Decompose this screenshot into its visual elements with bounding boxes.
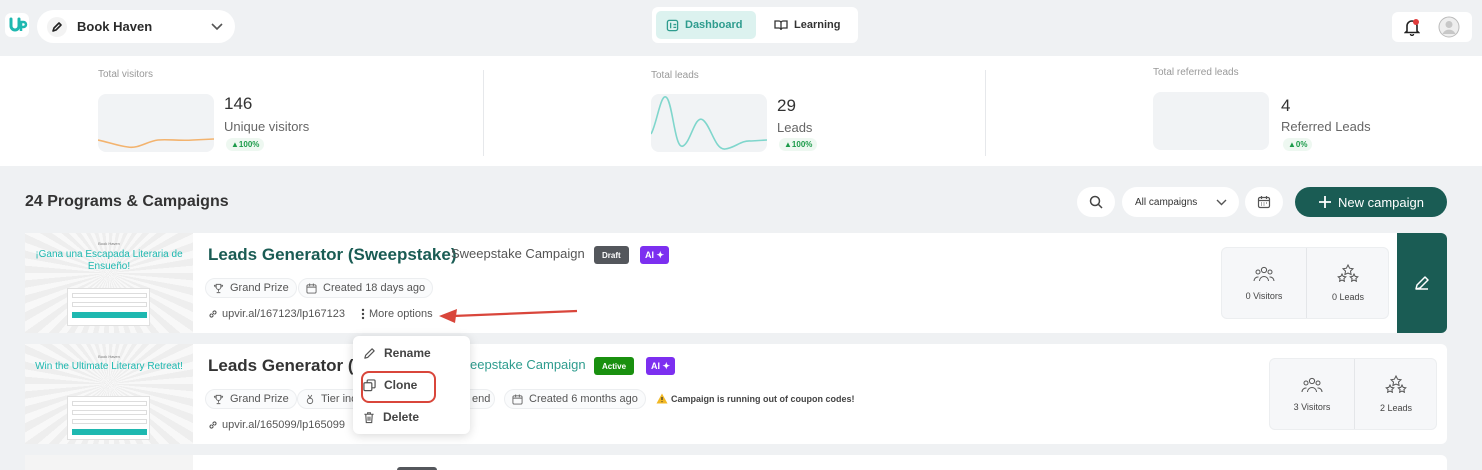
link-icon (209, 421, 217, 429)
stat-label: Total visitors (98, 69, 154, 80)
stat-change-badge: ▲100% (779, 138, 818, 151)
workspace-selector[interactable]: Book Haven (37, 10, 235, 43)
calendar-icon (306, 282, 317, 294)
avatar-icon[interactable] (1438, 16, 1460, 38)
stars-icon (1337, 264, 1359, 283)
clone-highlight-annotation (361, 371, 436, 403)
chevron-down-icon[interactable] (211, 22, 223, 31)
user-actions (1392, 12, 1472, 42)
dashboard-icon (666, 19, 679, 31)
campaign-type: eepstake Campaign (470, 357, 586, 372)
thumbnail-form (67, 396, 150, 440)
campaign-metrics: 3 Visitors 2 Leads (1269, 358, 1437, 430)
calendar-button[interactable] (1245, 187, 1283, 217)
stat-change-badge: ▲100% (226, 138, 265, 151)
calendar-icon (512, 393, 523, 405)
stat-value: 146 (224, 94, 253, 113)
stats-panel: Total visitors 146 Unique visitors ▲100%… (0, 56, 1482, 166)
campaign-metrics: 0 Visitors 0 Leads (1221, 247, 1389, 319)
campaign-filter-select[interactable]: All campaigns (1122, 187, 1239, 217)
trophy-icon (213, 283, 224, 293)
trash-icon (364, 411, 374, 423)
medal-icon (306, 394, 314, 404)
bell-icon[interactable] (1404, 18, 1420, 36)
more-options-button[interactable]: More options (361, 308, 433, 320)
status-badge: Draft (594, 246, 629, 264)
stat-value: 29 (777, 96, 796, 115)
leads-metric: 0 Leads (1306, 248, 1390, 318)
campaign-title[interactable]: Leads Generator (S (208, 356, 365, 376)
visitors-metric: 3 Visitors (1270, 359, 1354, 429)
annotation-arrow (439, 309, 578, 323)
workspace-name: Book Haven (77, 19, 153, 34)
search-icon (1089, 195, 1103, 209)
divider (985, 70, 986, 156)
chip-grand-prize: Grand Prize (205, 389, 297, 409)
plus-icon (1319, 196, 1331, 208)
campaign-row[interactable]: Book Haven ¡Gana una Escapada Literaria … (25, 233, 1447, 333)
more-vertical-icon (361, 308, 365, 320)
menu-item-delete[interactable]: Delete (363, 405, 419, 429)
ai-badge: AI ✦ (646, 357, 676, 375)
top-navbar: Book Haven Dashboard Learning (0, 0, 1482, 52)
coupon-warning: Campaign is running out of coupon codes! (656, 393, 855, 404)
leads-sparkline (651, 94, 767, 152)
stat-label: Total referred leads (1153, 67, 1239, 78)
users-icon (1253, 266, 1275, 282)
chip-created-date: Created 18 days ago (298, 278, 434, 298)
thumbnail-form (67, 288, 150, 326)
new-campaign-button[interactable]: New campaign (1295, 187, 1447, 217)
pencil-icon (47, 16, 67, 37)
upviral-logo-icon[interactable] (5, 13, 29, 37)
thumbnail-heading: ¡Gana una Escapada Literaria de Ensueño! (35, 249, 183, 272)
section-title: 24 Programs & Campaigns (25, 193, 229, 210)
menu-item-rename[interactable]: Rename (363, 341, 431, 365)
calendar-icon (1257, 196, 1271, 209)
stat-sub: Unique visitors (224, 119, 310, 134)
search-button[interactable] (1077, 187, 1115, 217)
status-badge: Active (594, 357, 635, 375)
tab-learning[interactable]: Learning (764, 11, 854, 39)
campaign-thumbnail[interactable] (25, 455, 193, 470)
chip-grand-prize: Grand Prize (205, 278, 297, 298)
warning-icon (656, 393, 668, 404)
main-tabs: Dashboard Learning (652, 7, 858, 43)
campaign-thumbnail[interactable]: Book Haven ¡Gana una Escapada Literaria … (25, 233, 193, 333)
stat-sub: Referred Leads (1281, 119, 1371, 134)
thumbnail-heading: Win the Ultimate Literary Retreat! (35, 361, 183, 372)
chevron-down-icon (1216, 199, 1227, 205)
visitors-metric: 0 Visitors (1222, 248, 1306, 318)
campaign-url[interactable]: upvir.al/167123/lp167123 (208, 308, 345, 320)
campaign-row[interactable]: Book Haven Win the Ultimate Literary Ret… (25, 344, 1447, 444)
trophy-icon (213, 394, 224, 404)
campaign-thumbnail[interactable]: Book Haven Win the Ultimate Literary Ret… (25, 344, 193, 444)
campaign-url[interactable]: upvir.al/165099/lp165099 (208, 419, 345, 431)
pencil-icon (1415, 276, 1429, 290)
ai-badge: AI ✦ (640, 246, 670, 264)
campaign-type: Sweepstake Campaign (451, 246, 585, 261)
referred-sparkline (1153, 92, 1269, 150)
tab-dashboard[interactable]: Dashboard (656, 11, 756, 39)
stat-label: Total leads (651, 70, 699, 81)
pencil-icon (364, 347, 375, 359)
stars-icon (1385, 375, 1407, 394)
book-icon (774, 19, 788, 30)
stat-sub: Leads (777, 120, 813, 135)
leads-metric: 2 Leads (1354, 359, 1438, 429)
campaign-row[interactable] (25, 455, 1447, 470)
edit-campaign-button[interactable] (1397, 233, 1447, 333)
stat-value: 4 (1281, 96, 1291, 115)
link-icon (209, 310, 217, 318)
stat-change-badge: ▲0% (1283, 138, 1313, 151)
chip-created-date: Created 6 months ago (504, 389, 646, 409)
visitors-sparkline (98, 94, 214, 152)
users-icon (1301, 377, 1323, 393)
campaign-title[interactable]: Leads Generator (Sweepstake) (208, 245, 456, 265)
divider (483, 70, 484, 156)
